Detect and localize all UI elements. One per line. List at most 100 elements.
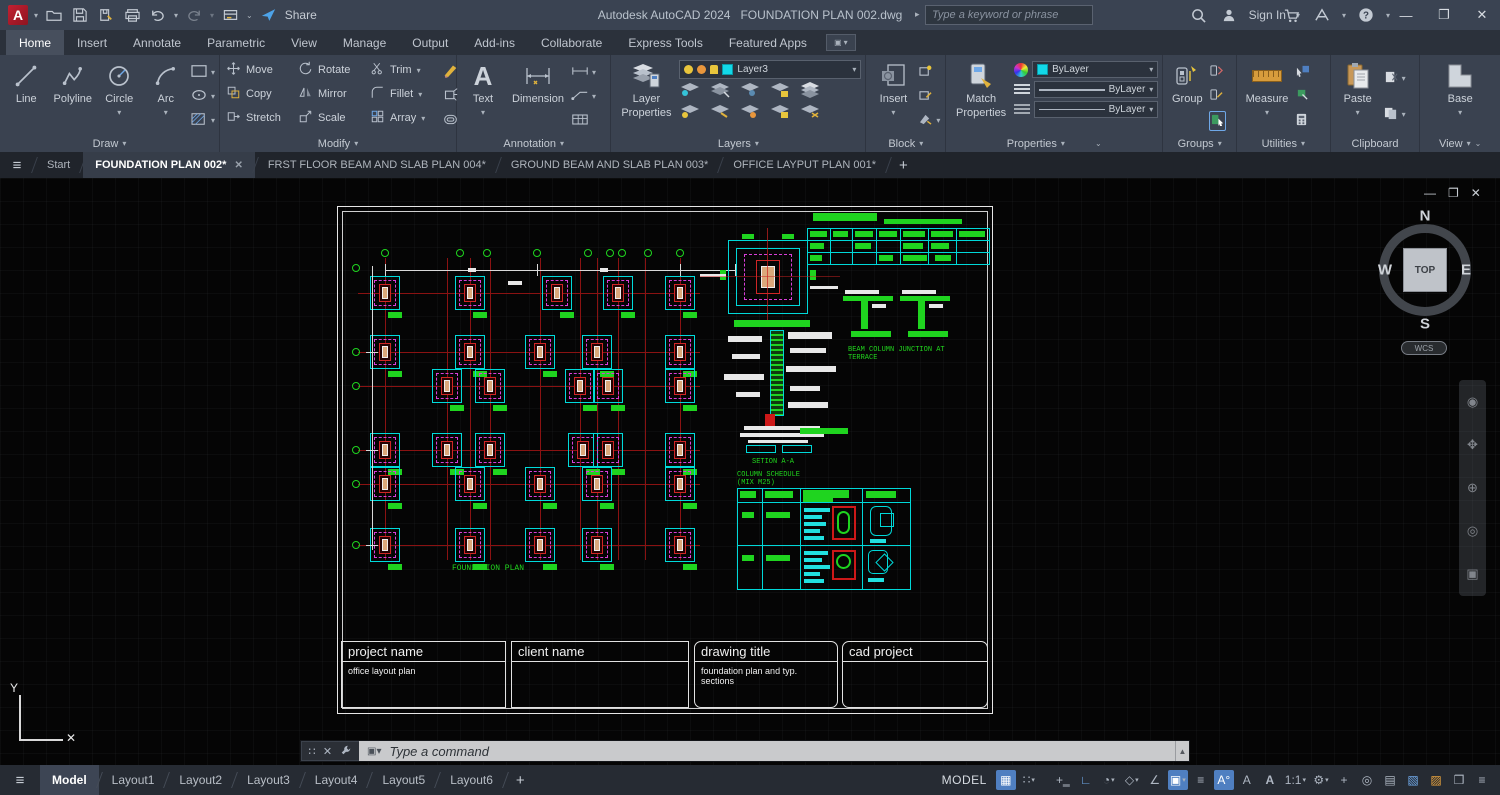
measure-caret-icon[interactable]: ▾ xyxy=(1265,107,1269,119)
undo-icon[interactable] xyxy=(148,5,168,25)
ungroup-tool[interactable] xyxy=(1209,62,1226,82)
command-history-icon[interactable]: ▣▾ xyxy=(367,746,381,757)
qat-expand-icon[interactable]: ⌄ xyxy=(246,11,253,20)
file-tab-drawing[interactable]: GROUND BEAM AND SLAB PLAN 003* xyxy=(499,152,720,178)
layout-tab-model[interactable]: Model xyxy=(40,765,99,795)
fullscreen-toggle[interactable]: ❒ xyxy=(1449,770,1469,790)
stretch-button[interactable]: Stretch xyxy=(224,109,296,127)
layer-make-current-icon[interactable] xyxy=(679,104,701,122)
viewcube-south[interactable]: S xyxy=(1420,316,1430,333)
line-button[interactable]: Line xyxy=(4,58,49,135)
layer-unlock-tool-icon[interactable] xyxy=(769,104,791,122)
copy-button[interactable]: Copy xyxy=(224,85,296,103)
base-caret-icon[interactable]: ▾ xyxy=(1458,107,1462,119)
isolate-objects-toggle[interactable]: ◎ xyxy=(1357,770,1377,790)
navigation-bar[interactable]: ◉ ✥ ⊕ ◎ ▣ xyxy=(1459,380,1486,596)
share-label[interactable]: Share xyxy=(285,8,317,22)
ellipse-tool[interactable]: ▾ xyxy=(190,86,215,106)
new-drawing-button[interactable]: + xyxy=(889,152,918,178)
save-icon[interactable] xyxy=(70,5,90,25)
ribbon-tab-featured-apps[interactable]: Featured Apps xyxy=(716,30,820,55)
array-caret-icon[interactable]: ▾ xyxy=(421,114,425,123)
showmotion-icon[interactable]: ▣ xyxy=(1466,566,1478,582)
quick-select-tool[interactable] xyxy=(1295,62,1310,82)
trim-button[interactable]: Trim▾ xyxy=(368,61,440,79)
search-expand-icon[interactable]: ▸ xyxy=(915,9,920,20)
ribbon-display-toggle[interactable]: ▣▾ xyxy=(826,34,856,51)
layer-match-icon[interactable] xyxy=(709,104,731,122)
layer-prev-icon[interactable] xyxy=(739,104,761,122)
object-snap-toggle[interactable]: ▣▾ xyxy=(1168,770,1188,790)
ribbon-tab-insert[interactable]: Insert xyxy=(64,30,120,55)
ribbon-tab-output[interactable]: Output xyxy=(399,30,461,55)
help-caret-icon[interactable]: ▾ xyxy=(1386,11,1390,20)
text-caret-icon[interactable]: ▾ xyxy=(481,107,485,119)
app-logo-icon[interactable]: A xyxy=(8,5,28,25)
copy-clip-tool[interactable]: ▾ xyxy=(1383,105,1406,125)
insert-caret-icon[interactable]: ▾ xyxy=(891,107,895,119)
workspace-icon[interactable] xyxy=(220,5,240,25)
layer-off-icon[interactable] xyxy=(799,104,821,122)
layer-isolate-icon[interactable] xyxy=(679,82,701,101)
block-attr-tool[interactable]: ▾ xyxy=(918,111,940,131)
command-bar[interactable]: ∷ ✕ ▣▾ Type a command ▲ xyxy=(300,740,1190,762)
file-tab-menu-icon[interactable]: ≡ xyxy=(0,152,34,178)
layer-color-swatch[interactable] xyxy=(722,64,733,75)
drawing-canvas[interactable]: — ❐ ✕ FOUNDATION PLAN xyxy=(0,178,1500,765)
utilities-panel-label[interactable]: Utilities▾ xyxy=(1237,135,1330,152)
leader-tool[interactable]: ▾ xyxy=(571,86,596,106)
circle-button[interactable]: Circle ▾ xyxy=(97,58,142,135)
autoscale-toggle[interactable]: A xyxy=(1237,770,1257,790)
annotation-panel-label[interactable]: Annotation▾ xyxy=(457,135,610,152)
signin-label[interactable]: Sign In xyxy=(1249,8,1286,22)
open-file-icon[interactable] xyxy=(44,5,64,25)
layer-freeze-tool-icon[interactable] xyxy=(739,82,761,101)
lineweight-toggle[interactable]: ≡ xyxy=(1191,770,1211,790)
zoom-icon[interactable]: ⊕ xyxy=(1467,480,1478,496)
polar-tracking-toggle[interactable]: ◔▾ xyxy=(1099,770,1119,790)
plot-icon[interactable] xyxy=(122,5,142,25)
ribbon-tab-add-ins[interactable]: Add-ins xyxy=(461,30,528,55)
save-as-icon[interactable] xyxy=(96,5,116,25)
annotation-visibility-toggle[interactable]: A° xyxy=(1214,770,1234,790)
scale-dropdown[interactable]: 1:1▾ xyxy=(1283,770,1308,790)
dynamic-input-toggle[interactable]: +‗ xyxy=(1053,770,1073,790)
layout-menu-icon[interactable]: ≡ xyxy=(0,772,40,789)
viewcube-west[interactable]: W xyxy=(1378,262,1392,279)
viewcube-east[interactable]: E xyxy=(1461,262,1471,279)
layer-freeze-icon[interactable] xyxy=(697,65,706,74)
rectangle-tool[interactable]: ▾ xyxy=(190,62,215,82)
cut-tool[interactable]: ▾ xyxy=(1383,68,1406,88)
lineweight-icon[interactable] xyxy=(1014,84,1030,96)
pan-icon[interactable]: ✥ xyxy=(1467,437,1478,453)
layout-tab-layout6[interactable]: Layout6 xyxy=(438,765,505,795)
workspace-gear-icon[interactable]: ⚙▾ xyxy=(1311,770,1331,790)
command-input[interactable]: ▣▾ Type a command xyxy=(359,741,1175,761)
customization-menu-icon[interactable]: ≡ xyxy=(1472,770,1492,790)
fillet-caret-icon[interactable]: ▾ xyxy=(418,90,422,99)
grip-dots-icon[interactable]: ∷ xyxy=(308,745,315,758)
maximize-button[interactable]: ❐ xyxy=(1430,7,1458,23)
layout-tab-layout4[interactable]: Layout4 xyxy=(303,765,370,795)
command-close-icon[interactable]: ✕ xyxy=(323,745,332,758)
ribbon-tab-parametric[interactable]: Parametric xyxy=(194,30,278,55)
model-space-label[interactable]: MODEL xyxy=(942,773,987,787)
view-collapse-icon[interactable]: ⌄ xyxy=(1475,139,1482,148)
group-edit-tool[interactable] xyxy=(1209,86,1226,106)
wcs-dropdown[interactable]: WCS xyxy=(1401,341,1447,355)
layers-panel-label[interactable]: Layers▾ xyxy=(611,135,865,152)
dimension-button[interactable]: Dimension xyxy=(507,58,569,135)
close-button[interactable]: ✕ xyxy=(1468,7,1496,23)
create-block-tool[interactable] xyxy=(918,62,940,82)
draw-panel-label[interactable]: Draw▾ xyxy=(0,135,219,152)
polyline-button[interactable]: Polyline xyxy=(51,58,96,135)
hatch-tool[interactable]: ▾ xyxy=(190,111,215,131)
lineweight-dropdown[interactable]: ByLayer▾ xyxy=(1034,81,1158,98)
search-icon[interactable] xyxy=(1189,5,1209,25)
graphics-performance-icon[interactable]: ▧ xyxy=(1403,770,1423,790)
view-panel-label[interactable]: View▾⌄ xyxy=(1420,135,1500,152)
ortho-toggle[interactable]: ∟ xyxy=(1076,770,1096,790)
command-expand-icon[interactable]: ▲ xyxy=(1175,741,1189,761)
text-button[interactable]: A Text ▾ xyxy=(461,58,505,135)
object-color-dropdown[interactable]: ByLayer ▾ xyxy=(1032,61,1158,78)
